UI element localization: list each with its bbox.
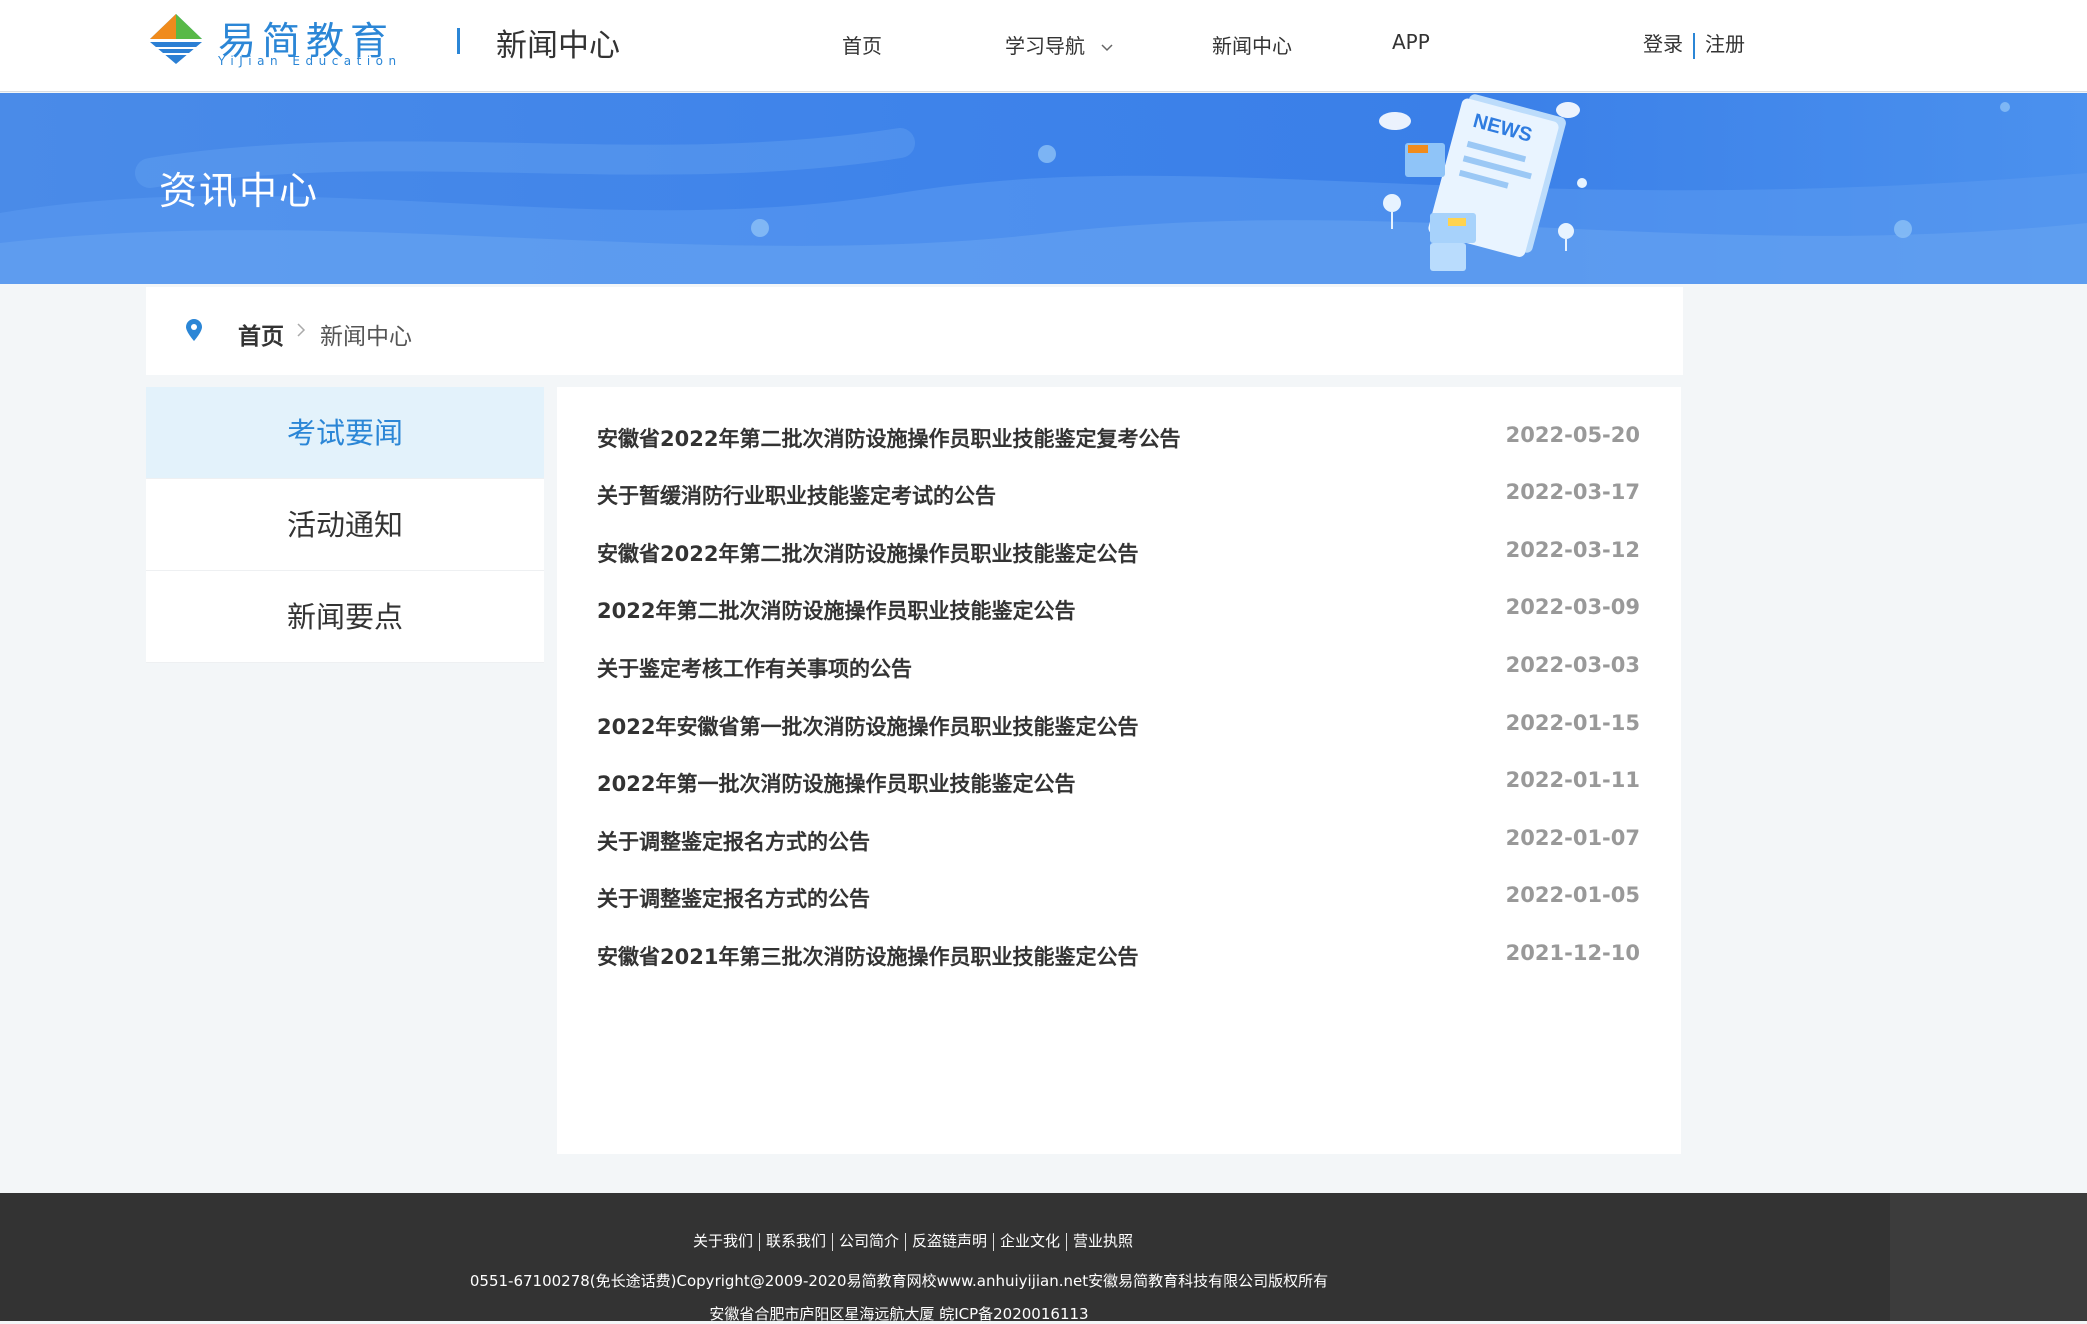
auth-separator [1693,32,1695,59]
news-title[interactable]: 关于暂缓消防行业职业技能鉴定考试的公告 [597,480,996,510]
breadcrumb-current: 新闻中心 [320,324,412,350]
news-row[interactable]: 关于暂缓消防行业职业技能鉴定考试的公告 2022-03-17 [597,474,1640,514]
footer-link-anti-leech[interactable]: 反盗链声明 [912,1232,987,1250]
sidebar-item-news-highlights[interactable]: 新闻要点 [146,571,544,663]
news-title[interactable]: 安徽省2022年第二批次消防设施操作员职业技能鉴定复考公告 [597,423,1180,453]
site-header: 易简教育 YiJian Education 新闻中心 首页 学习导航 新闻中心 … [0,0,2087,92]
news-title[interactable]: 关于调整鉴定报名方式的公告 [597,826,870,856]
news-row[interactable]: 安徽省2021年第三批次消防设施操作员职业技能鉴定公告 2021-12-10 [597,935,1640,975]
news-date: 2022-03-03 [1505,653,1640,677]
footer-separator [831,1232,833,1251]
footer-separator [758,1232,760,1251]
news-row[interactable]: 关于调整鉴定报名方式的公告 2022-01-05 [597,877,1640,917]
footer-link-contact[interactable]: 联系我们 [766,1232,826,1250]
register-link[interactable]: 注册 [1705,32,1745,56]
footer-copyright: 0551-67100278(免长途话费)Copyright@2009-2020易… [469,1272,1329,1290]
news-date: 2022-01-05 [1505,883,1640,907]
news-row[interactable]: 2022年第二批次消防设施操作员职业技能鉴定公告 2022-03-09 [597,589,1640,629]
logo-mark-icon [150,14,202,64]
breadcrumb: 首页 新闻中心 [146,287,1683,375]
sidebar-item-label: 活动通知 [286,508,403,542]
nav-study-guide[interactable]: 学习导航 [1005,30,1113,59]
chevron-right-icon [297,323,306,337]
login-link[interactable]: 登录 [1643,32,1683,56]
category-sidebar: 考试要闻 活动通知 新闻要点 [146,387,544,663]
news-date: 2022-03-17 [1505,480,1640,504]
site-logo[interactable]: 易简教育 YiJian Education [146,12,396,70]
banner-title: 资讯中心 [159,169,320,213]
news-row[interactable]: 关于鉴定考核工作有关事项的公告 2022-03-03 [597,647,1640,687]
news-title[interactable]: 安徽省2021年第三批次消防设施操作员职业技能鉴定公告 [597,941,1138,971]
nav-app-label: APP [1392,30,1430,54]
news-date: 2021-12-10 [1505,941,1640,965]
site-footer: 关于我们 联系我们 公司简介 反盗链声明 企业文化 营业执照 0551-67100278(… [0,1193,1890,1323]
chevron-down-icon [1101,43,1113,51]
news-title[interactable]: 安徽省2022年第二批次消防设施操作员职业技能鉴定公告 [597,538,1138,568]
footer-separator [905,1232,906,1251]
footer-link-about[interactable]: 关于我们 [693,1232,753,1250]
nav-study-guide-label: 学习导航 [1005,34,1085,58]
news-row[interactable]: 2022年第一批次消防设施操作员职业技能鉴定公告 2022-01-11 [597,762,1640,802]
news-row[interactable]: 2022年安徽省第一批次消防设施操作员职业技能鉴定公告 2022-01-15 [597,705,1640,745]
sidebar-item-label: 考试要闻 [286,416,403,450]
news-date: 2022-03-09 [1505,595,1640,619]
footer-side-block [1890,1193,2087,1321]
footer-links: 关于我们 联系我们 公司简介 反盗链声明 企业文化 营业执照 [0,1230,1826,1251]
news-title[interactable]: 2022年安徽省第一批次消防设施操作员职业技能鉴定公告 [597,711,1138,741]
footer-separator [1066,1232,1068,1251]
news-date: 2022-01-15 [1505,711,1640,735]
news-date: 2022-03-12 [1505,538,1640,562]
news-title[interactable]: 关于鉴定考核工作有关事项的公告 [597,653,912,683]
news-title[interactable]: 2022年第二批次消防设施操作员职业技能鉴定公告 [597,595,1075,625]
news-date: 2022-01-11 [1505,768,1640,792]
news-date: 2022-01-07 [1505,826,1640,850]
location-pin-icon [186,319,202,341]
news-row[interactable]: 关于调整鉴定报名方式的公告 2022-01-07 [597,820,1640,860]
breadcrumb-home[interactable]: 首页 [238,317,284,351]
header-section-title: 新闻中心 [496,28,620,64]
footer-link-license[interactable]: 营业执照 [1073,1232,1133,1250]
footer-link-culture[interactable]: 企业文化 [1000,1232,1060,1250]
nav-home[interactable]: 首页 [842,30,882,59]
page-banner: 资讯中心 NEWS [0,93,2087,284]
nav-news-center[interactable]: 新闻中心 [1212,30,1292,59]
sidebar-item-label: 新闻要点 [286,600,403,634]
news-title[interactable]: 关于调整鉴定报名方式的公告 [597,883,870,913]
header-divider [457,28,460,54]
sidebar-item-activity-notice[interactable]: 活动通知 [146,479,544,571]
news-row[interactable]: 安徽省2022年第二批次消防设施操作员职业技能鉴定复考公告 2022-05-20 [597,417,1640,457]
footer-separator [993,1232,995,1251]
news-row[interactable]: 安徽省2022年第二批次消防设施操作员职业技能鉴定公告 2022-03-12 [597,532,1640,572]
news-title[interactable]: 2022年第一批次消防设施操作员职业技能鉴定公告 [597,768,1075,798]
news-illustration-icon: NEWS [1379,94,1587,271]
nav-home-label: 首页 [842,34,882,58]
news-list: 安徽省2022年第二批次消防设施操作员职业技能鉴定复考公告 2022-05-20… [557,387,1681,1154]
news-date: 2022-05-20 [1505,423,1640,447]
logo-subtext: YiJian Education [218,54,402,68]
auth-links: 登录 注册 [1643,28,1745,59]
nav-news-center-label: 新闻中心 [1212,34,1292,58]
nav-app[interactable]: APP [1392,30,1430,54]
sidebar-item-exam-news[interactable]: 考试要闻 [146,387,544,479]
footer-link-company[interactable]: 公司简介 [839,1232,899,1250]
